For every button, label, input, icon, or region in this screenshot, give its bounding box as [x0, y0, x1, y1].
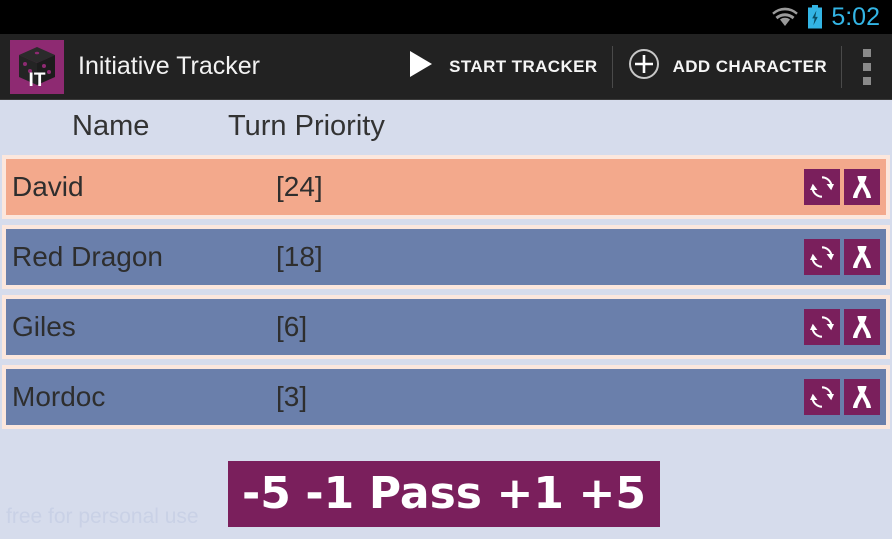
character-name: Red Dragon [12, 241, 163, 272]
status-bar: 5:02 [0, 0, 892, 34]
column-header-name: Name [72, 110, 150, 142]
overflow-dot-3 [863, 76, 871, 85]
close-x-icon[interactable] [844, 169, 880, 205]
character-name: Giles [12, 311, 76, 342]
close-x-icon[interactable] [844, 239, 880, 275]
overflow-menu-icon[interactable] [842, 34, 892, 100]
initiative-button-minus1[interactable]: -1 [305, 472, 354, 516]
table-row[interactable]: Giles [6] [2, 295, 890, 359]
column-headers: Name Turn Priority [0, 100, 892, 155]
status-clock: 5:02 [831, 2, 880, 31]
row-button-group [800, 169, 880, 205]
start-tracker-label: START TRACKER [449, 56, 598, 76]
initiative-adjust-bar: -5 -1 Pass +1 +5 [228, 461, 660, 527]
character-priority: [18] [276, 241, 323, 272]
add-character-label: ADD CHARACTER [672, 56, 827, 76]
initiative-button-minus5[interactable]: -5 [242, 472, 291, 516]
action-bar: IT Initiative Tracker START TRACKER ADD … [0, 34, 892, 100]
initiative-button-plus5[interactable]: +5 [578, 472, 645, 516]
refresh-icon[interactable] [804, 239, 840, 275]
battery-charging-icon [807, 5, 831, 29]
initiative-button-pass[interactable]: Pass [369, 472, 482, 516]
table-row[interactable]: Mordoc [3] [2, 365, 890, 429]
row-button-group [800, 379, 880, 415]
app-title: Initiative Tracker [78, 52, 261, 80]
character-name: Mordoc [12, 381, 106, 412]
refresh-icon[interactable] [804, 169, 840, 205]
app-logo-icon[interactable]: IT [10, 39, 64, 94]
watermark-text: free for personal use [6, 505, 199, 528]
character-name: David [12, 171, 84, 202]
add-character-button[interactable]: ADD CHARACTER [613, 34, 841, 100]
character-priority: [6] [276, 311, 308, 342]
overflow-dot-2 [863, 62, 871, 71]
close-x-icon[interactable] [844, 309, 880, 345]
initiative-button-plus1[interactable]: +1 [496, 472, 563, 516]
column-header-priority: Turn Priority [228, 110, 385, 142]
start-tracker-button[interactable]: START TRACKER [389, 34, 611, 100]
character-priority: [24] [276, 171, 323, 202]
character-priority: [3] [276, 381, 308, 412]
svg-text:IT: IT [29, 70, 46, 91]
plus-circle-icon [627, 47, 661, 86]
overflow-dot-1 [863, 48, 871, 57]
row-button-group [800, 309, 880, 345]
table-row[interactable]: David [24] [2, 155, 890, 219]
wifi-icon [772, 7, 807, 27]
play-icon [403, 47, 437, 86]
refresh-icon[interactable] [804, 379, 840, 415]
table-row[interactable]: Red Dragon [18] [2, 225, 890, 289]
app-screen: 5:02 IT Initiative Tracker START TRACKER… [0, 0, 892, 539]
refresh-icon[interactable] [804, 309, 840, 345]
character-rows: David [24] Red Dragon [18] Giles [6] Mordoc [3] [0, 155, 892, 429]
close-x-icon[interactable] [844, 379, 880, 415]
row-button-group [800, 239, 880, 275]
